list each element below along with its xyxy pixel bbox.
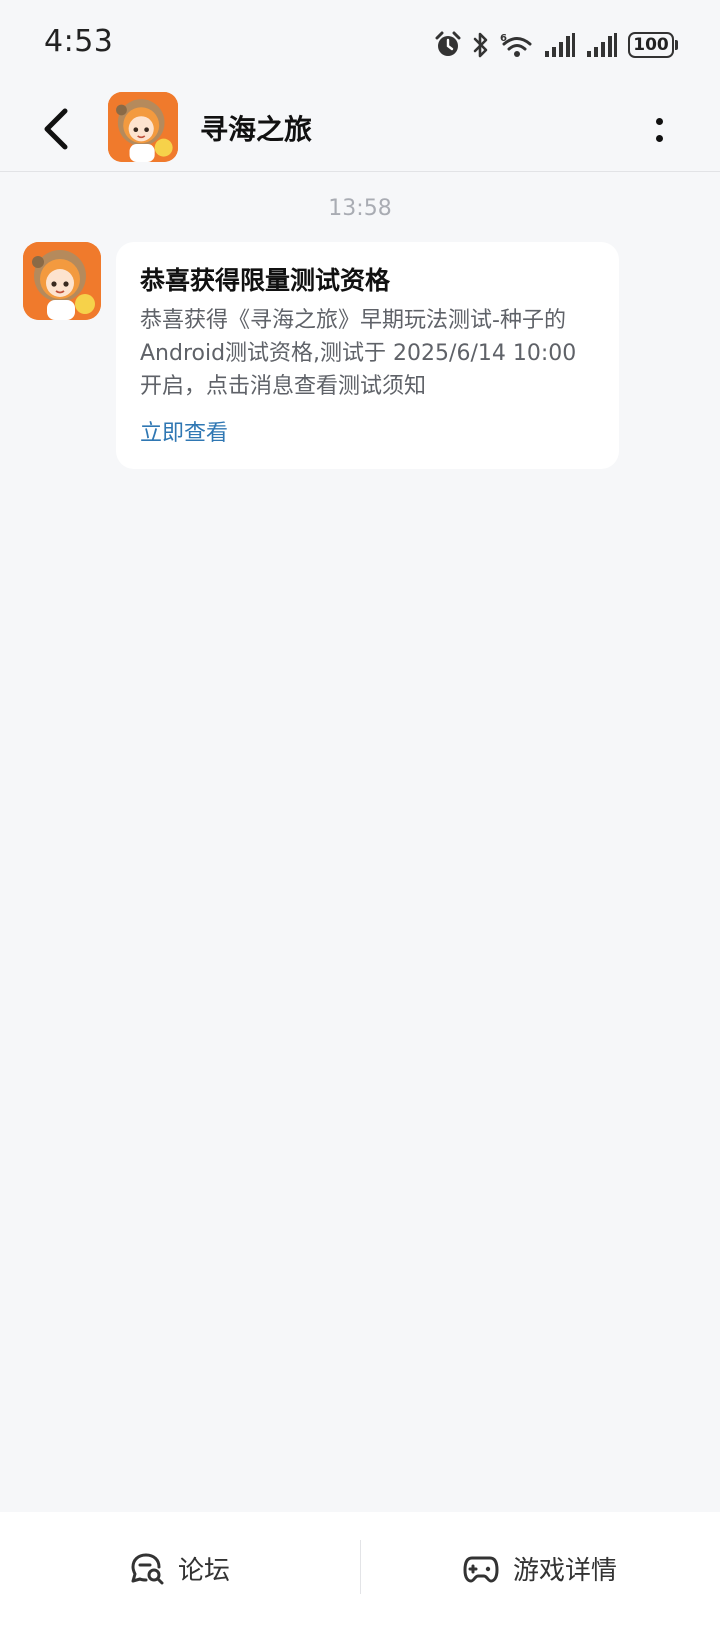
- game-character-icon: [108, 92, 178, 162]
- message-card[interactable]: 恭喜获得限量测试资格 恭喜获得《寻海之旅》早期玩法测试-种子的 Android测…: [116, 242, 619, 469]
- wifi-6-icon: 6: [500, 33, 532, 57]
- message-timestamp: 13:58: [328, 196, 392, 221]
- signal-icon: [545, 33, 575, 57]
- forum-tab-label: 论坛: [177, 1556, 230, 1586]
- forum-chat-search-icon: [131, 1553, 164, 1584]
- more-button[interactable]: [644, 108, 674, 152]
- more-vertical-icon: [655, 135, 663, 142]
- chevron-left-icon: [44, 108, 68, 150]
- battery-indicator: 100: [628, 32, 678, 58]
- game-avatar[interactable]: [108, 92, 178, 162]
- more-vertical-icon: [655, 118, 663, 125]
- status-icons: 6 100: [434, 28, 678, 62]
- signal-icon: [587, 33, 617, 57]
- alarm-icon: [435, 31, 461, 56]
- view-now-link[interactable]: 立即查看: [140, 415, 228, 447]
- bluetooth-icon: [473, 32, 488, 58]
- battery-level: 100: [628, 32, 674, 58]
- battery-tip: [675, 40, 678, 50]
- chat-header: 寻海之旅: [0, 88, 720, 172]
- game-details-tab-label: 游戏详情: [512, 1556, 617, 1586]
- back-button[interactable]: [34, 102, 78, 156]
- message-title: 恭喜获得限量测试资格: [140, 266, 391, 295]
- bottom-bar: 论坛 游戏详情: [0, 1512, 720, 1625]
- forum-tab[interactable]: 论坛: [0, 1512, 360, 1625]
- status-time: 4:53: [44, 24, 114, 59]
- game-character-icon: [23, 242, 101, 320]
- sender-avatar[interactable]: [23, 242, 101, 320]
- game-details-tab[interactable]: 游戏详情: [360, 1512, 720, 1625]
- message-body: 恭喜获得《寻海之旅》早期玩法测试-种子的 Android测试资格,测试于 202…: [140, 308, 577, 399]
- status-bar: 4:53 6 100: [0, 0, 720, 88]
- gamepad-icon: [463, 1556, 499, 1582]
- page-title: 寻海之旅: [200, 113, 313, 146]
